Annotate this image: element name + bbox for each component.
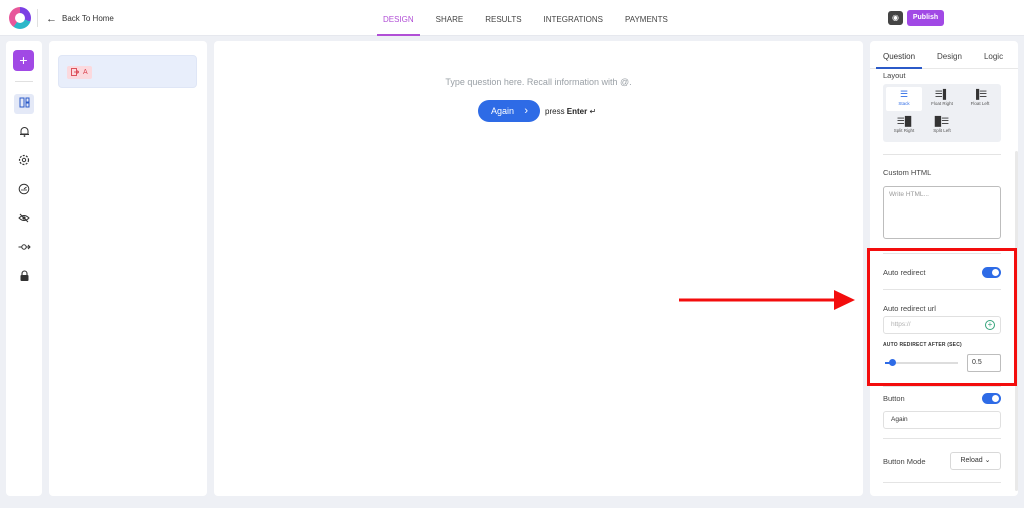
gauge-icon[interactable] [14, 181, 34, 201]
eye-off-icon[interactable] [14, 210, 34, 230]
publish-button[interactable]: Publish [907, 10, 944, 26]
divider [883, 482, 1001, 483]
tab-design[interactable]: DESIGN [377, 0, 420, 36]
plus-icon: + [19, 52, 28, 68]
arrow-left-icon: ← [46, 12, 57, 25]
question-badge-letter: A [83, 69, 88, 76]
tab-question[interactable]: Question [876, 41, 923, 69]
layout-float-right-icon: ☰▌ [934, 89, 950, 99]
add-question-button[interactable]: + [13, 50, 34, 71]
button-toggle[interactable] [982, 393, 1001, 404]
app-logo[interactable] [9, 7, 31, 29]
layout-split-left-icon: █☰ [934, 116, 950, 126]
bell-icon[interactable] [14, 123, 34, 143]
tab-results[interactable]: RESULTS [479, 0, 527, 36]
layout-label: Layout [883, 71, 906, 80]
tab-share[interactable]: SHARE [430, 0, 470, 36]
eye-icon: ◉ [892, 13, 899, 22]
back-to-home-link[interactable]: ← Back To Home [46, 12, 114, 25]
layout-icon[interactable] [14, 94, 34, 114]
custom-html-textarea[interactable]: Write HTML... [883, 186, 1001, 239]
rail-divider [15, 81, 33, 82]
enter-label: Enter [566, 107, 588, 116]
back-label: Back To Home [62, 14, 114, 23]
gear-icon[interactable] [14, 152, 34, 172]
layout-split-right-icon: ☰█ [896, 116, 912, 126]
question-list: A [49, 41, 207, 496]
chevron-right-icon: › [524, 105, 528, 117]
tab-integrations[interactable]: INTEGRATIONS [538, 0, 609, 36]
left-icon-rail: + [6, 41, 42, 496]
chevron-down-icon: ⌄ [984, 457, 991, 464]
divider [883, 386, 1001, 387]
tab-logic[interactable]: Logic [977, 41, 1010, 69]
layout-option-float-right[interactable]: ☰▌ Float Right [924, 87, 960, 111]
button-label: Button [883, 394, 905, 403]
top-divider [37, 9, 38, 27]
preview-button[interactable]: ◉ [888, 11, 903, 25]
layout-option-split-right[interactable]: ☰█ Split Right [886, 114, 922, 138]
layout-option-float-left[interactable]: ▐☰ Float Left [962, 87, 998, 111]
layout-option-split-left[interactable]: █☰ Split Left [924, 114, 960, 138]
layout-stack-icon: ☰ [899, 89, 909, 99]
button-mode-select[interactable]: Reload ⌄ [950, 452, 1001, 470]
again-button-label: Again [491, 106, 515, 116]
question-card[interactable]: A [58, 55, 197, 88]
layout-options: ☰ Stack ☰▌ Float Right ▐☰ Float Left ☰█ … [883, 84, 1001, 142]
button-text-input[interactable]: Again [883, 411, 1001, 429]
annotation-highlight-box [867, 248, 1017, 386]
divider [883, 154, 1001, 155]
exit-icon [71, 66, 80, 79]
press-enter-hint: press Enter ↵ [545, 107, 596, 116]
button-mode-value: Reload [960, 457, 983, 464]
again-button[interactable]: Again › [478, 100, 540, 122]
layout-float-left-icon: ▐☰ [972, 89, 988, 99]
annotation-arrow-icon [679, 290, 855, 310]
button-mode-label: Button Mode [883, 457, 926, 466]
layout-option-stack[interactable]: ☰ Stack [886, 87, 922, 111]
connection-icon[interactable] [14, 239, 34, 259]
top-bar: ← Back To Home DESIGN SHARE RESULTS INTE… [0, 0, 1024, 36]
question-prompt[interactable]: Type question here. Recall information w… [214, 77, 863, 87]
tab-payments[interactable]: PAYMENTS [619, 0, 674, 36]
tab-design-panel[interactable]: Design [930, 41, 969, 69]
lock-icon[interactable] [14, 268, 34, 288]
press-label: press [545, 107, 565, 116]
question-badge: A [67, 66, 92, 79]
main-tabs: DESIGN SHARE RESULTS INTEGRATIONS PAYMEN… [377, 0, 684, 36]
panel-tabs: Question Design Logic [870, 41, 1018, 69]
custom-html-label: Custom HTML [883, 168, 932, 177]
divider [883, 438, 1001, 439]
question-canvas: Type question here. Recall information w… [214, 41, 863, 496]
enter-key-icon: ↵ [589, 107, 597, 116]
